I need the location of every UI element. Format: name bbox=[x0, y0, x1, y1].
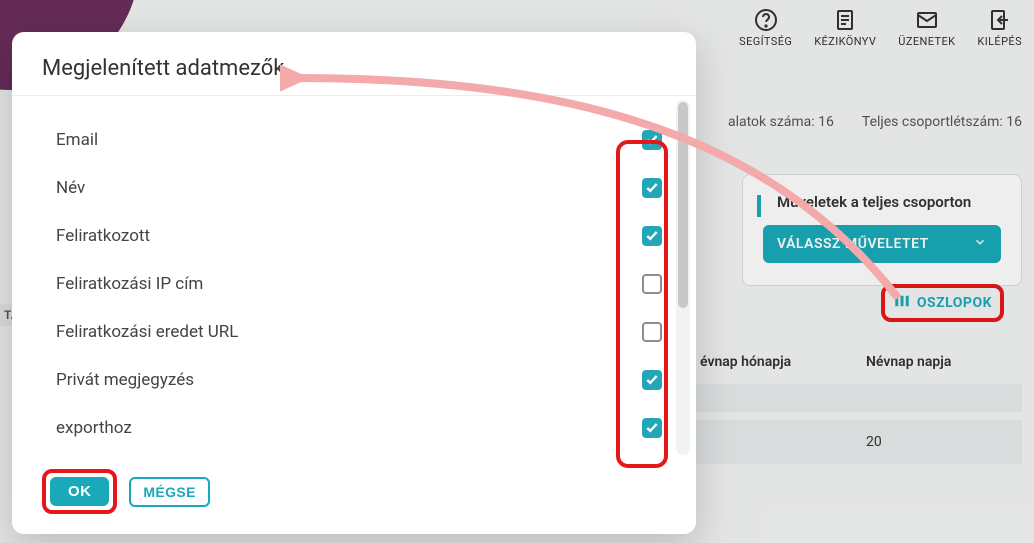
columns-label: OSZLOPOK bbox=[917, 295, 992, 311]
field-checkbox[interactable] bbox=[642, 178, 662, 198]
document-icon bbox=[833, 8, 857, 35]
modal-header: Megjelenített adatmezők bbox=[12, 32, 696, 96]
field-row: Email bbox=[56, 116, 670, 164]
field-checkbox[interactable] bbox=[642, 370, 662, 390]
field-row: Név bbox=[56, 164, 670, 212]
field-label: Feliratkozási eredet URL bbox=[56, 322, 642, 342]
messages-label: ÜZENETEK bbox=[898, 35, 955, 48]
col-header-1: évnap hónapja bbox=[690, 340, 856, 384]
columns-button[interactable]: OSZLOPOK bbox=[893, 292, 992, 314]
field-checkbox[interactable] bbox=[642, 226, 662, 246]
field-row: exporthoz bbox=[56, 404, 670, 452]
manual-button[interactable]: KÉZIKÖNYV bbox=[814, 8, 876, 48]
ok-button[interactable]: OK bbox=[50, 477, 109, 506]
field-checkbox[interactable] bbox=[642, 130, 662, 150]
logout-label: KILÉPÉS bbox=[977, 35, 1022, 48]
choose-action-label: VÁLASSZ MŰVELETET bbox=[777, 236, 929, 252]
modal-body: Email Név Feliratkozott Feliratkozási IP cí… bbox=[12, 96, 696, 459]
data-table-partial: évnap hónapja Névnap napja 20 bbox=[690, 340, 1022, 464]
field-checkbox[interactable] bbox=[642, 322, 662, 342]
help-label: SEGÍTSÉG bbox=[739, 35, 792, 48]
cell bbox=[690, 384, 856, 412]
field-list[interactable]: Email Név Feliratkozott Feliratkozási IP cí… bbox=[12, 116, 670, 459]
displayed-fields-modal: Megjelenített adatmezők Email Név Feliratk… bbox=[12, 32, 696, 534]
field-row: Privát megjegyzés bbox=[56, 356, 670, 404]
columns-button-highlight: OSZLOPOK bbox=[881, 284, 1004, 322]
cell bbox=[690, 420, 856, 464]
results-count: alatok száma: 16 bbox=[728, 114, 834, 130]
field-label: Privát megjegyzés bbox=[56, 370, 642, 390]
field-row: Feliratkozási eredet URL bbox=[56, 308, 670, 356]
field-row: Feliratkozási IP cím bbox=[56, 260, 670, 308]
choose-action-dropdown[interactable]: VÁLASSZ MŰVELETET bbox=[763, 225, 1001, 263]
logout-icon bbox=[988, 8, 1012, 35]
modal-title: Megjelenített adatmezők bbox=[42, 56, 666, 81]
ok-button-highlight: OK bbox=[42, 469, 117, 514]
field-label: Feliratkozott bbox=[56, 226, 642, 246]
columns-icon bbox=[893, 292, 911, 314]
messages-button[interactable]: ÜZENETEK bbox=[898, 8, 955, 48]
table-row: 20 bbox=[690, 420, 1022, 464]
cancel-button[interactable]: MÉGSE bbox=[129, 477, 210, 507]
table-row bbox=[690, 384, 1022, 412]
col-header-2: Névnap napja bbox=[856, 340, 1022, 384]
manual-label: KÉZIKÖNYV bbox=[814, 35, 876, 48]
field-label: Email bbox=[56, 130, 642, 150]
field-checkbox[interactable] bbox=[642, 274, 662, 294]
mail-icon bbox=[915, 8, 939, 35]
group-actions-title: Műveletek a teljes csoporton bbox=[777, 193, 1001, 211]
group-actions-panel: Műveletek a teljes csoporton VÁLASSZ MŰV… bbox=[742, 174, 1022, 286]
logout-button[interactable]: KILÉPÉS bbox=[977, 8, 1022, 48]
scrollbar-thumb[interactable] bbox=[678, 102, 688, 308]
modal-footer: OK MÉGSE bbox=[12, 459, 696, 534]
count-bar: alatok száma: 16 Teljes csoportlétszám: … bbox=[728, 114, 1022, 130]
field-checkbox[interactable] bbox=[642, 418, 662, 438]
field-label: exporthoz bbox=[56, 418, 642, 438]
field-row: Feliratkozott bbox=[56, 212, 670, 260]
help-button[interactable]: SEGÍTSÉG bbox=[739, 8, 792, 48]
cell bbox=[856, 384, 1022, 412]
field-label: Feliratkozási IP cím bbox=[56, 274, 642, 294]
chevron-down-icon bbox=[973, 235, 987, 253]
scrollbar[interactable] bbox=[676, 100, 690, 455]
cell: 20 bbox=[856, 420, 1022, 464]
help-icon bbox=[754, 8, 778, 35]
top-icon-bar: SEGÍTSÉG KÉZIKÖNYV ÜZENETEK KILÉPÉS bbox=[739, 8, 1022, 48]
field-label: Név bbox=[56, 178, 642, 198]
accent-stripe bbox=[757, 195, 761, 217]
total-count: Teljes csoportlétszám: 16 bbox=[862, 114, 1022, 130]
